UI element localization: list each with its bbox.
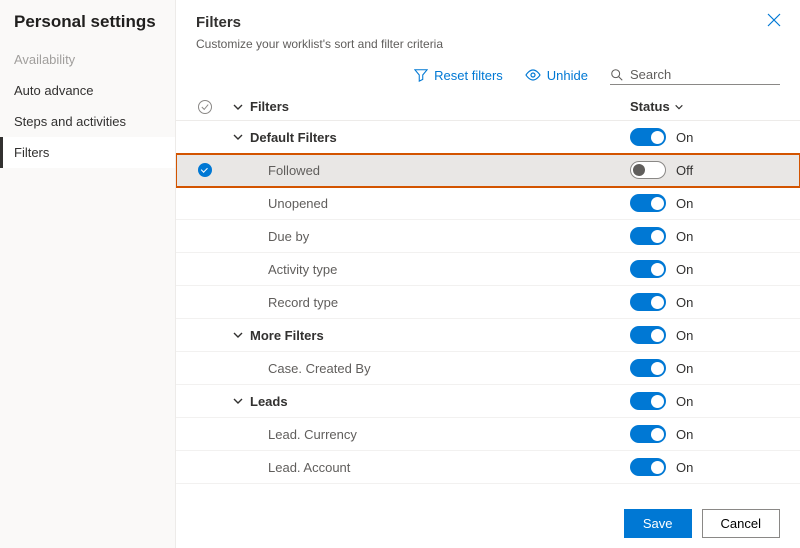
row-label: Leads — [250, 394, 288, 409]
status-label: On — [676, 262, 693, 277]
sidebar-item-auto-advance[interactable]: Auto advance — [0, 75, 175, 106]
sidebar-item-steps-and-activities[interactable]: Steps and activities — [0, 106, 175, 137]
column-header-status[interactable]: Status — [630, 99, 780, 114]
close-button[interactable] — [766, 12, 782, 28]
table-header: Filters Status — [176, 93, 800, 121]
row-caret[interactable] — [226, 329, 250, 341]
sidebar-item-availability: Availability — [0, 44, 175, 75]
status-cell: On — [630, 326, 780, 344]
row-label: Lead. Account — [250, 460, 350, 475]
row-label: Default Filters — [250, 130, 337, 145]
filter-item-record-type[interactable]: Record type On — [176, 286, 800, 319]
reset-filters-button[interactable]: Reset filters — [414, 68, 503, 83]
row-label: More Filters — [250, 328, 324, 343]
filter-icon — [414, 68, 428, 82]
header: Filters Customize your worklist's sort a… — [176, 0, 800, 55]
page-subtitle: Customize your worklist's sort and filte… — [196, 37, 780, 51]
unhide-label: Unhide — [547, 68, 588, 83]
filter-group-leads[interactable]: Leads On — [176, 385, 800, 418]
status-label: On — [676, 427, 693, 442]
status-cell: On — [630, 260, 780, 278]
status-toggle[interactable] — [630, 260, 666, 278]
status-toggle[interactable] — [630, 392, 666, 410]
chevron-down-icon — [232, 131, 244, 143]
sidebar-item-filters[interactable]: Filters — [0, 137, 175, 168]
cancel-button[interactable]: Cancel — [702, 509, 780, 538]
row-label: Record type — [250, 295, 338, 310]
row-label: Activity type — [250, 262, 337, 277]
status-toggle[interactable] — [630, 425, 666, 443]
check-icon — [198, 100, 212, 114]
status-cell: On — [630, 194, 780, 212]
chevron-down-icon — [674, 102, 684, 112]
status-label: On — [676, 328, 693, 343]
filter-item-followed[interactable]: Followed Off — [176, 154, 800, 187]
row-label: Case. Created By — [250, 361, 371, 376]
status-label: Off — [676, 163, 693, 178]
status-toggle[interactable] — [630, 458, 666, 476]
status-cell: On — [630, 458, 780, 476]
search-placeholder: Search — [630, 67, 671, 82]
rows-container: Default FiltersOnFollowedOffUnopenedOnDu… — [176, 121, 800, 548]
status-toggle[interactable] — [630, 161, 666, 179]
status-toggle[interactable] — [630, 194, 666, 212]
expand-all-button[interactable] — [226, 101, 250, 113]
filter-item-unopened[interactable]: Unopened On — [176, 187, 800, 220]
check-icon — [198, 163, 212, 177]
filter-item-lead-currency[interactable]: Lead. Currency On — [176, 418, 800, 451]
page-title: Filters — [196, 14, 780, 31]
filter-group-more-filters[interactable]: More Filters On — [176, 319, 800, 352]
select-all-checkbox[interactable] — [198, 100, 226, 114]
row-label: Lead. Currency — [250, 427, 357, 442]
row-caret[interactable] — [226, 395, 250, 407]
row-checkbox[interactable] — [198, 163, 226, 177]
save-button[interactable]: Save — [624, 509, 692, 538]
status-cell: Off — [630, 161, 780, 179]
status-cell: On — [630, 425, 780, 443]
status-cell: On — [630, 392, 780, 410]
row-label: Followed — [250, 163, 320, 178]
status-toggle[interactable] — [630, 227, 666, 245]
eye-icon — [525, 68, 541, 82]
footer: Save Cancel — [176, 499, 800, 548]
sidebar-title: Personal settings — [0, 12, 175, 44]
row-caret[interactable] — [226, 131, 250, 143]
row-label: Due by — [250, 229, 309, 244]
reset-filters-label: Reset filters — [434, 68, 503, 83]
unhide-button[interactable]: Unhide — [525, 68, 588, 83]
status-label: On — [676, 130, 693, 145]
main-panel: Filters Customize your worklist's sort a… — [176, 0, 800, 548]
filter-item-lead-account[interactable]: Lead. Account On — [176, 451, 800, 484]
status-cell: On — [630, 128, 780, 146]
search-input[interactable]: Search — [610, 65, 780, 85]
status-toggle[interactable] — [630, 293, 666, 311]
chevron-down-icon — [232, 395, 244, 407]
status-cell: On — [630, 293, 780, 311]
status-toggle[interactable] — [630, 128, 666, 146]
chevron-down-icon — [232, 329, 244, 341]
chevron-down-icon — [232, 101, 244, 113]
status-label: On — [676, 229, 693, 244]
filter-item-case-created-by[interactable]: Case. Created By On — [176, 352, 800, 385]
status-toggle[interactable] — [630, 326, 666, 344]
status-toggle[interactable] — [630, 359, 666, 377]
column-header-filters[interactable]: Filters — [250, 99, 630, 114]
status-cell: On — [630, 227, 780, 245]
filter-item-due-by[interactable]: Due by On — [176, 220, 800, 253]
status-label: On — [676, 394, 693, 409]
status-label: On — [676, 295, 693, 310]
status-label: On — [676, 460, 693, 475]
row-label: Unopened — [250, 196, 328, 211]
close-icon — [766, 12, 782, 28]
filter-item-activity-type[interactable]: Activity type On — [176, 253, 800, 286]
toolbar: Reset filters Unhide Search — [176, 55, 800, 93]
filter-group-default-filters[interactable]: Default Filters On — [176, 121, 800, 154]
status-label: On — [676, 196, 693, 211]
status-cell: On — [630, 359, 780, 377]
status-label: On — [676, 361, 693, 376]
search-icon — [610, 68, 624, 82]
sidebar: Personal settings AvailabilityAuto advan… — [0, 0, 176, 548]
